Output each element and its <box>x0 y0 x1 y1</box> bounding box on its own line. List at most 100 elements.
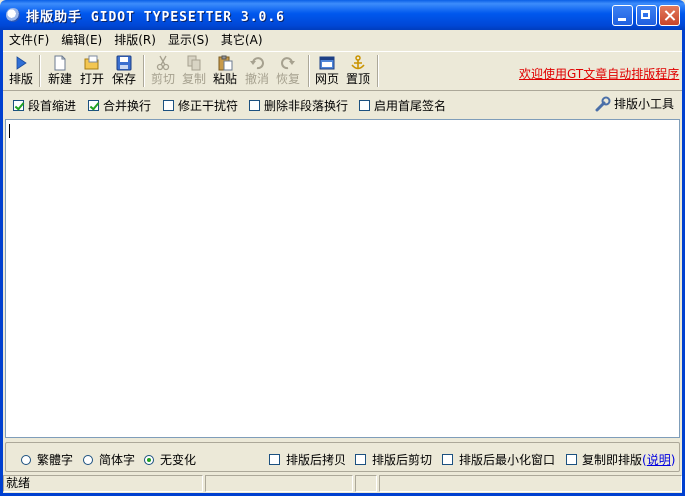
new-button[interactable]: 新建 <box>46 54 74 88</box>
cut-after-checkbox[interactable]: 排版后剪切 <box>355 451 432 468</box>
checkbox-box[interactable] <box>13 100 24 111</box>
indent-label: 段首缩进 <box>28 99 77 113</box>
fix-interference-checkbox[interactable]: 修正干扰符 <box>163 97 238 114</box>
cut-after-label: 排版后剪切 <box>372 453 433 467</box>
title-bar: 排版助手 GIDOT TYPESETTER 3.0.6 <box>0 0 685 30</box>
simplified-label: 简体字 <box>99 453 136 467</box>
paste-clipboard-icon <box>218 55 233 71</box>
open-label: 打开 <box>79 72 104 86</box>
copy-after-checkbox[interactable]: 排版后拷贝 <box>269 451 346 468</box>
open-folder-icon <box>84 55 99 70</box>
pin-top-button[interactable]: 置顶 <box>344 54 372 88</box>
signature-checkbox[interactable]: 启用首尾签名 <box>359 97 446 114</box>
copy-typeset-checkbox[interactable]: 复制即排版 (说明) <box>566 451 675 468</box>
cut-label: 剪切 <box>150 72 175 86</box>
indent-checkbox[interactable]: 段首缩进 <box>13 97 76 114</box>
text-editor[interactable] <box>5 119 680 438</box>
anchor-icon <box>351 55 365 70</box>
help-link[interactable]: 说明 <box>647 451 671 468</box>
paste-label: 粘贴 <box>212 72 237 86</box>
app-icon[interactable] <box>6 8 20 22</box>
traditional-radio[interactable]: 繁體字 <box>21 451 73 468</box>
toolbar-separator <box>377 55 379 87</box>
typeset-button[interactable]: 排版 <box>8 54 34 88</box>
redo-label: 恢复 <box>275 72 300 86</box>
toolbar: 排版 新建 打开 保存 剪切 复制 粘贴 撤消 恢复 网页 置顶 欢迎使用GT文… <box>3 51 682 91</box>
checkbox-box[interactable] <box>566 454 577 465</box>
typeset-label: 排版 <box>8 72 33 86</box>
delete-breaks-label: 删除非段落换行 <box>264 99 349 113</box>
status-panel <box>379 475 682 492</box>
copy-typeset-label: 复制即排版 <box>582 453 643 467</box>
copy-button[interactable]: 复制 <box>180 54 208 88</box>
checkbox-box[interactable] <box>88 100 99 111</box>
merge-lines-checkbox[interactable]: 合并换行 <box>88 97 151 114</box>
no-change-radio[interactable]: 无变化 <box>144 451 196 468</box>
maximize-button[interactable] <box>636 5 657 26</box>
checkbox-box[interactable] <box>269 454 280 465</box>
save-disk-icon <box>116 55 132 71</box>
checkbox-box[interactable] <box>355 454 366 465</box>
checkbox-box[interactable] <box>249 100 260 111</box>
typeset-tools-button[interactable]: 排版小工具 <box>595 95 674 112</box>
paste-button[interactable]: 粘贴 <box>211 54 239 88</box>
webpage-button[interactable]: 网页 <box>313 54 341 88</box>
menu-typeset[interactable]: 排版(R) <box>108 30 162 50</box>
undo-arrow-icon <box>250 57 264 70</box>
new-document-icon <box>54 55 66 71</box>
html-icon <box>319 56 335 70</box>
toolbar-separator <box>308 55 310 87</box>
status-panel <box>205 475 353 492</box>
signature-label: 启用首尾签名 <box>374 99 447 113</box>
conversion-options-bar: 繁體字 简体字 无变化 排版后拷贝 排版后剪切 排版后最小化窗口 复制即排版 (… <box>5 442 680 472</box>
minimize-after-label: 排版后最小化窗口 <box>459 453 556 467</box>
undo-label: 撤消 <box>244 72 269 86</box>
scissors-icon <box>156 55 170 71</box>
simplified-radio[interactable]: 简体字 <box>83 451 135 468</box>
merge-lines-label: 合并换行 <box>103 99 152 113</box>
welcome-link[interactable]: 欢迎使用GT文章自动排版程序 <box>519 65 679 82</box>
checkbox-box[interactable] <box>442 454 453 465</box>
options-bar: 段首缩进 合并换行 修正干扰符 删除非段落换行 启用首尾签名 排版小工具 <box>3 91 682 117</box>
toolbar-separator <box>39 55 41 87</box>
text-caret <box>9 124 10 138</box>
minimize-after-checkbox[interactable]: 排版后最小化窗口 <box>442 451 555 468</box>
no-change-label: 无变化 <box>160 453 197 467</box>
delete-breaks-checkbox[interactable]: 删除非段落换行 <box>249 97 348 114</box>
menu-other[interactable]: 其它(A) <box>215 30 269 50</box>
checkbox-box[interactable] <box>359 100 370 111</box>
wrench-icon <box>595 96 611 111</box>
menu-file[interactable]: 文件(F) <box>3 30 55 50</box>
radio-dot[interactable] <box>21 454 31 465</box>
traditional-label: 繁體字 <box>37 453 74 467</box>
copy-after-label: 排版后拷贝 <box>286 453 347 467</box>
menu-edit[interactable]: 编辑(E) <box>55 30 108 50</box>
checkbox-box[interactable] <box>163 100 174 111</box>
status-bar: 就绪 <box>3 474 682 493</box>
toolbar-separator <box>143 55 145 87</box>
radio-dot[interactable] <box>83 454 93 465</box>
menu-view[interactable]: 显示(S) <box>162 30 215 50</box>
fix-interference-label: 修正干扰符 <box>178 99 239 113</box>
status-text: 就绪 <box>3 475 203 492</box>
close-button[interactable] <box>659 5 680 26</box>
save-label: 保存 <box>111 72 136 86</box>
copy-icon <box>187 55 201 71</box>
cut-button[interactable]: 剪切 <box>149 54 177 88</box>
window-title: 排版助手 GIDOT TYPESETTER 3.0.6 <box>26 10 286 25</box>
status-panel <box>355 475 377 492</box>
undo-button[interactable]: 撤消 <box>243 54 271 88</box>
copy-label: 复制 <box>181 72 206 86</box>
play-icon <box>16 56 27 70</box>
typeset-tools-label: 排版小工具 <box>614 97 675 111</box>
minimize-button[interactable] <box>612 5 633 26</box>
pin-top-label: 置顶 <box>345 72 370 86</box>
new-label: 新建 <box>47 72 72 86</box>
redo-arrow-icon <box>281 57 295 70</box>
menu-bar: 文件(F) 编辑(E) 排版(R) 显示(S) 其它(A) <box>3 30 682 50</box>
help-close-paren: ) <box>670 452 676 467</box>
open-button[interactable]: 打开 <box>78 54 106 88</box>
redo-button[interactable]: 恢复 <box>274 54 302 88</box>
radio-dot[interactable] <box>144 454 154 465</box>
save-button[interactable]: 保存 <box>110 54 138 88</box>
